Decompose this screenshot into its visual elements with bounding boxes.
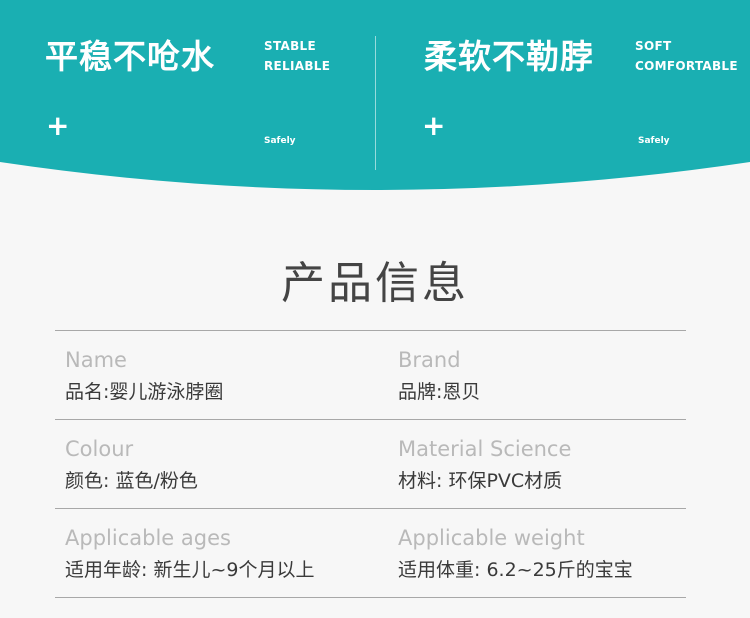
info-cell-weight: Applicable weight 适用体重: 6.2~25斤的宝宝 (398, 525, 633, 583)
feature-subtitle: SOFT COMFORTABLE (635, 36, 738, 76)
info-value: 材料: 环保PVC材质 (398, 470, 563, 492)
feature-title: 柔软不勒脖 (424, 37, 594, 76)
info-value: 品牌:恩贝 (398, 381, 481, 403)
info-label-en: Applicable weight (398, 526, 585, 550)
section-title: 产品信息 (281, 258, 469, 309)
feature-banner: 平稳不呛水 STABLE RELIABLE + Safely 柔软不勒脖 SOF… (0, 0, 750, 200)
plus-icon: + (422, 109, 446, 142)
info-label-en: Material Science (398, 437, 572, 461)
feature-stable: 平稳不呛水 STABLE RELIABLE + Safely (0, 0, 375, 175)
info-label-en: Colour (65, 437, 134, 461)
info-label-en: Brand (398, 348, 461, 372)
table-row: Colour 颜色: 蓝色/粉色 Material Science 材料: 环保… (55, 420, 686, 508)
info-value: 颜色: 蓝色/粉色 (65, 470, 198, 492)
feature-soft: 柔软不勒脖 SOFT COMFORTABLE + Safely (376, 0, 750, 175)
feature-subtitle-line1: SOFT (635, 39, 672, 53)
feature-subtitle-line2: COMFORTABLE (635, 59, 738, 73)
info-label-en: Applicable ages (65, 526, 231, 550)
feature-tag: Safely (264, 136, 296, 146)
table-row: Name 品名:婴儿游泳脖圈 Brand 品牌:恩贝 (55, 331, 686, 419)
product-info-table: Name 品名:婴儿游泳脖圈 Brand 品牌:恩贝 Colour 颜色: 蓝色… (55, 330, 686, 598)
info-value: 品名:婴儿游泳脖圈 (65, 381, 224, 403)
info-cell-name: Name 品名:婴儿游泳脖圈 (65, 347, 223, 405)
info-cell-colour: Colour 颜色: 蓝色/粉色 (65, 436, 198, 494)
info-value: 适用年龄: 新生儿~9个月以上 (65, 559, 315, 581)
feature-title: 平稳不呛水 (45, 37, 215, 76)
info-value: 适用体重: 6.2~25斤的宝宝 (398, 559, 633, 581)
info-label-en: Name (65, 348, 127, 372)
feature-subtitle-line1: STABLE (264, 39, 316, 53)
table-divider (55, 597, 686, 598)
feature-tag: Safely (638, 136, 670, 146)
info-cell-brand: Brand 品牌:恩贝 (398, 347, 480, 405)
feature-subtitle-line2: RELIABLE (264, 59, 331, 73)
feature-subtitle: STABLE RELIABLE (264, 36, 330, 76)
plus-icon: + (46, 109, 70, 142)
info-cell-ages: Applicable ages 适用年龄: 新生儿~9个月以上 (65, 525, 314, 583)
table-row: Applicable ages 适用年龄: 新生儿~9个月以上 Applicab… (55, 509, 686, 597)
info-cell-material: Material Science 材料: 环保PVC材质 (398, 436, 571, 494)
